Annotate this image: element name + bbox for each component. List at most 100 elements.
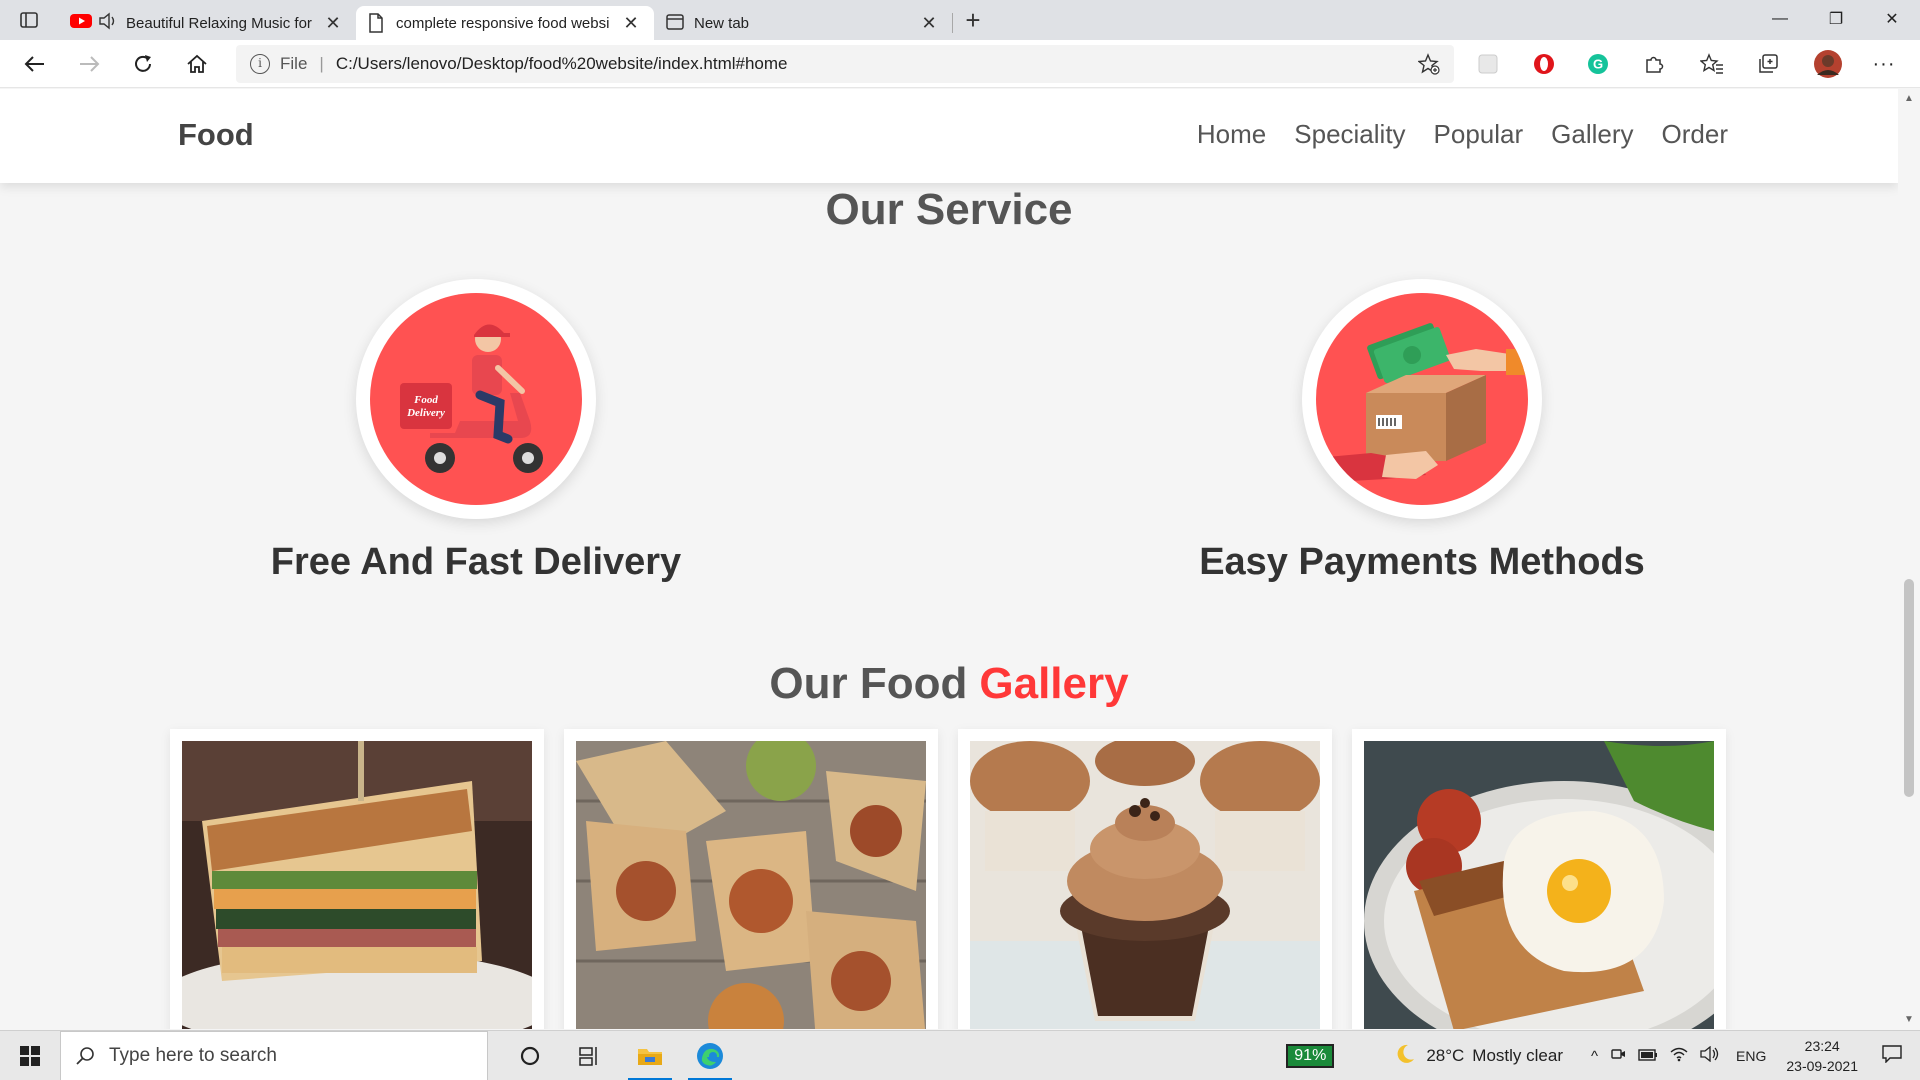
service-delivery: Food Delivery Free And Fast Delivery — [226, 279, 726, 584]
temperature: 28°C — [1426, 1046, 1465, 1065]
service-section-title: Our Service — [825, 185, 1073, 234]
egg-toast-image — [1364, 741, 1714, 1029]
windows-start-icon[interactable] — [0, 1031, 60, 1080]
gallery-title-main: Our Food — [769, 659, 968, 708]
url-text[interactable]: C:/Users/lenovo/Desktop/food%20website/i… — [336, 54, 788, 74]
web-page: Food Home Speciality Popular Gallery Ord… — [0, 89, 1898, 1029]
gallery-title-accent: Gallery — [979, 659, 1129, 708]
cortana-icon[interactable] — [500, 1031, 560, 1080]
clock-date: 23-09-2021 — [1786, 1058, 1858, 1074]
refresh-icon[interactable] — [116, 40, 170, 88]
service-label: Easy Payments Methods — [1199, 541, 1645, 583]
youtube-icon — [70, 13, 92, 33]
svg-text:Delivery: Delivery — [406, 407, 445, 419]
service-label: Free And Fast Delivery — [270, 541, 682, 583]
gallery-card[interactable] — [564, 729, 938, 1029]
nav-home[interactable]: Home — [1197, 119, 1266, 150]
site-nav: Home Speciality Popular Gallery Order — [1197, 119, 1728, 150]
tab-food-website[interactable]: complete responsive food websi ✕ — [356, 6, 654, 40]
window-controls: — ❐ ✕ — [1752, 0, 1920, 38]
meet-now-icon[interactable] — [1610, 1046, 1626, 1066]
tab-music[interactable]: Beautiful Relaxing Music for ✕ — [58, 6, 356, 40]
close-window-icon[interactable]: ✕ — [1864, 0, 1920, 38]
close-tab-icon[interactable]: ✕ — [620, 13, 642, 34]
payment-exchange-icon — [1316, 293, 1528, 505]
wifi-icon[interactable] — [1670, 1046, 1688, 1066]
gallery-card[interactable] — [1352, 729, 1726, 1029]
collections-icon[interactable] — [1748, 40, 1788, 88]
scrollbar-thumb[interactable] — [1904, 579, 1914, 797]
gallery-card[interactable] — [170, 729, 544, 1029]
opera-extension-icon[interactable] — [1524, 40, 1564, 88]
favorites-icon[interactable] — [1692, 40, 1732, 88]
page-scrollbar[interactable]: ▲ ▼ — [1898, 89, 1920, 1029]
battery-indicator[interactable]: 91% — [1286, 1044, 1335, 1068]
notifications-icon[interactable] — [1882, 1045, 1902, 1067]
volume-icon[interactable] — [1700, 1045, 1720, 1066]
search-placeholder: Type here to search — [109, 1044, 277, 1066]
search-icon — [76, 1046, 94, 1065]
scroll-up-arrow-icon[interactable]: ▲ — [1904, 93, 1914, 104]
profile-avatar[interactable] — [1808, 40, 1848, 88]
edge-browser-icon[interactable] — [680, 1031, 740, 1080]
gallery-section-title: Our Food Gallery — [0, 659, 1898, 709]
gallery-grid — [170, 729, 1726, 1029]
back-arrow-icon[interactable] — [8, 40, 62, 88]
sandwich-image — [182, 741, 532, 1029]
service-payments: Easy Payments Methods — [1172, 279, 1672, 584]
browser-toolbar: i File | C:/Users/lenovo/Desktop/food%20… — [0, 40, 1920, 88]
new-tab-button[interactable]: + — [953, 0, 993, 40]
scheme-label: File — [280, 54, 308, 73]
nav-popular[interactable]: Popular — [1434, 119, 1524, 150]
more-menu-icon[interactable]: ··· — [1864, 40, 1904, 88]
weather-text: Mostly clear — [1472, 1046, 1563, 1065]
tab-label: complete responsive food websi — [396, 14, 610, 32]
file-explorer-icon[interactable] — [620, 1031, 680, 1080]
service-circle: Food Delivery — [356, 279, 596, 519]
svg-text:Food: Food — [413, 394, 438, 406]
delivery-scooter-icon: Food Delivery — [370, 293, 582, 505]
address-bar[interactable]: i File | C:/Users/lenovo/Desktop/food%20… — [236, 45, 1454, 83]
minimize-icon[interactable]: — — [1752, 0, 1808, 38]
add-favorite-icon[interactable] — [1417, 53, 1440, 80]
site-logo[interactable]: Food — [178, 117, 254, 153]
nav-gallery[interactable]: Gallery — [1551, 119, 1633, 150]
gallery-card[interactable] — [958, 729, 1332, 1029]
close-tab-icon[interactable]: ✕ — [322, 13, 344, 34]
tab-actions-icon[interactable] — [0, 0, 58, 40]
extension-placeholder-icon[interactable] — [1468, 40, 1508, 88]
forward-arrow-icon[interactable] — [62, 40, 116, 88]
newtab-icon — [666, 13, 686, 33]
grammarly-extension-icon[interactable]: G — [1578, 40, 1618, 88]
tab-label: New tab — [694, 14, 750, 32]
browser-tab-bar: Beautiful Relaxing Music for ✕ complete … — [0, 0, 1920, 40]
taskbar-search-box[interactable]: Type here to search — [60, 1030, 488, 1080]
cupcake-image — [970, 741, 1320, 1029]
system-tray: 91% 28°C Mostly clear ^ ENG 23:24 23-09-… — [1286, 1031, 1920, 1080]
site-header: Food Home Speciality Popular Gallery Ord… — [0, 89, 1898, 183]
nav-order[interactable]: Order — [1662, 119, 1728, 150]
clock[interactable]: 23:24 23-09-2021 — [1786, 1036, 1858, 1076]
extensions-puzzle-icon[interactable] — [1634, 40, 1674, 88]
tab-label: Beautiful Relaxing Music for — [126, 14, 312, 32]
windows-taskbar: Type here to search 91% 28°C Mostly clea… — [0, 1030, 1920, 1080]
battery-icon[interactable] — [1638, 1048, 1658, 1065]
home-icon[interactable] — [170, 40, 224, 88]
address-separator: | — [319, 54, 324, 73]
language-indicator[interactable]: ENG — [1736, 1048, 1766, 1064]
scroll-down-arrow-icon[interactable]: ▼ — [1904, 1014, 1914, 1025]
clock-time: 23:24 — [1804, 1038, 1840, 1054]
weather-widget[interactable]: 28°C Mostly clear — [1394, 1043, 1563, 1070]
task-view-icon[interactable] — [560, 1031, 620, 1080]
service-circle — [1302, 279, 1542, 519]
page-icon — [368, 13, 388, 33]
svg-text:G: G — [1593, 57, 1603, 72]
moon-icon — [1394, 1043, 1416, 1070]
close-tab-icon[interactable]: ✕ — [918, 13, 940, 34]
show-hidden-icons-icon[interactable]: ^ — [1591, 1048, 1598, 1065]
speaker-icon[interactable] — [98, 12, 118, 34]
restore-icon[interactable]: ❐ — [1808, 0, 1864, 38]
info-icon[interactable]: i — [250, 54, 270, 74]
nav-speciality[interactable]: Speciality — [1294, 119, 1405, 150]
tab-new-tab[interactable]: New tab ✕ — [654, 6, 952, 40]
